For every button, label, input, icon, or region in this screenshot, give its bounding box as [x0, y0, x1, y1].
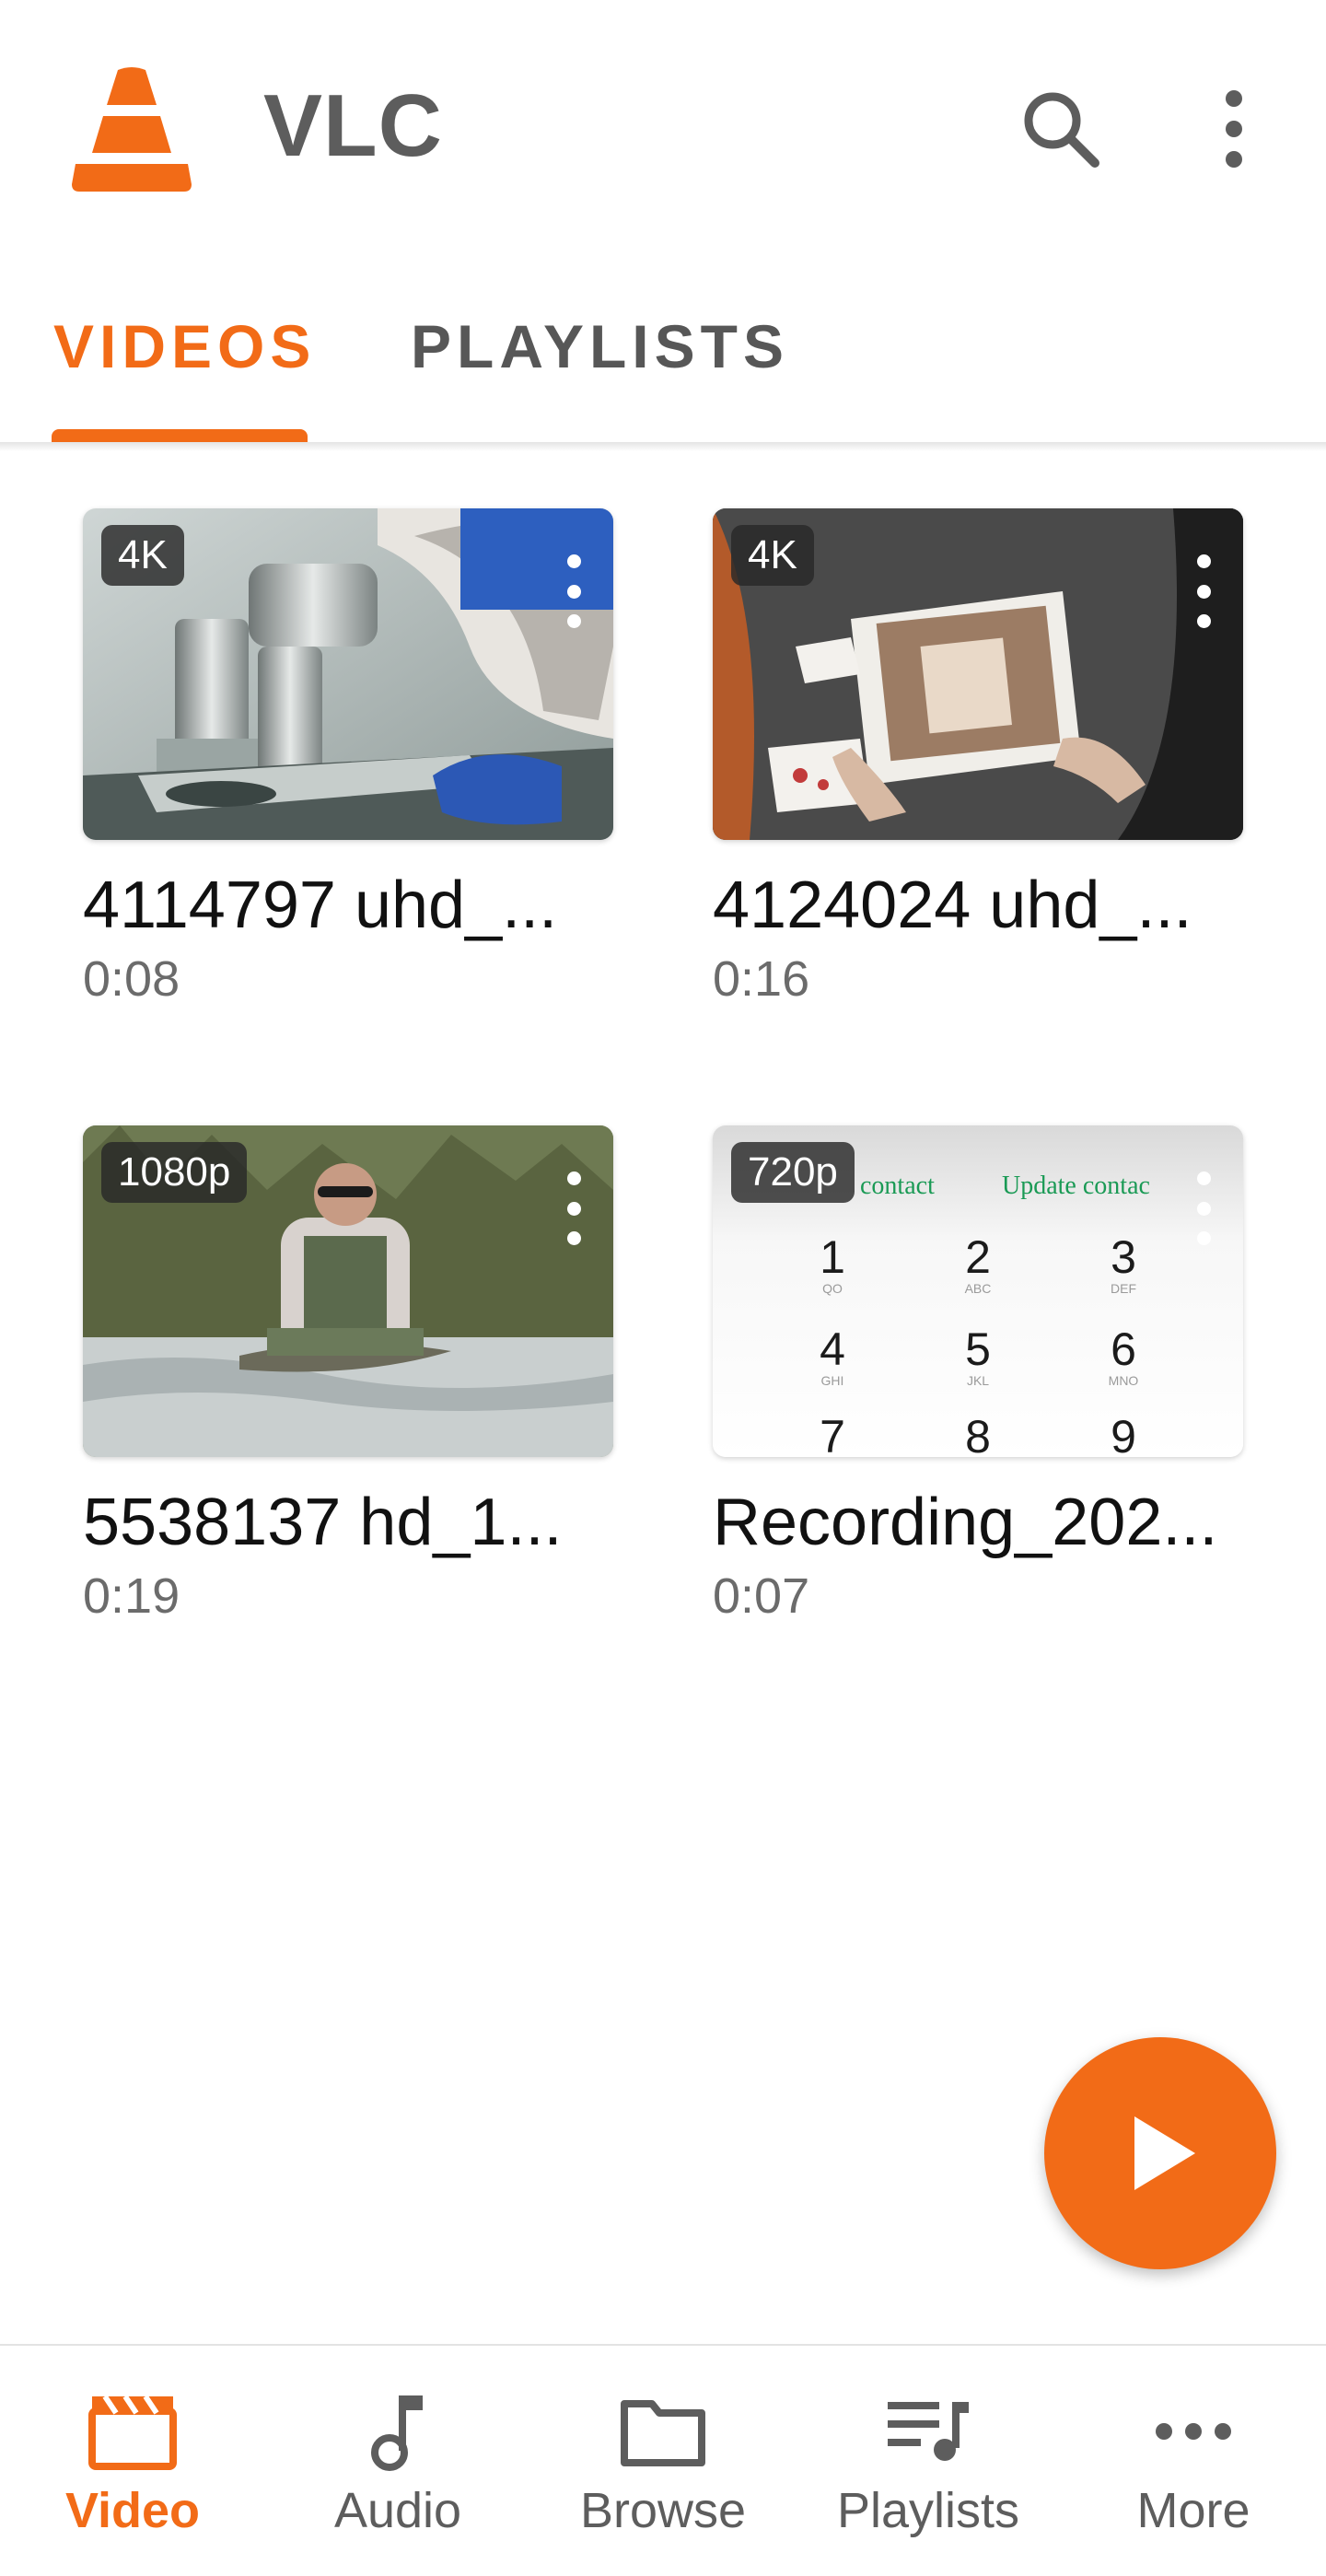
nav-label: Browse: [579, 2483, 747, 2538]
dial-key: 9: [1111, 1411, 1136, 1457]
nav-item-video[interactable]: Video: [0, 2346, 265, 2576]
dial-key-sub: GHI: [821, 1373, 844, 1388]
more-vertical-icon[interactable]: [1190, 554, 1217, 628]
dial-key: 5: [965, 1323, 991, 1375]
video-card[interactable]: contact Update contac 1 2 3 4 5 6 7 8 9 …: [713, 1125, 1243, 1625]
app-bar: VLC: [0, 0, 1326, 262]
video-thumbnail[interactable]: 4K: [83, 508, 613, 840]
nav-item-audio[interactable]: Audio: [265, 2346, 530, 2576]
dial-key-sub: MNO: [1109, 1373, 1139, 1388]
clapperboard-icon: [87, 2390, 179, 2473]
tab-bar: VIDEOS PLAYLISTS: [0, 276, 1326, 442]
video-card[interactable]: 4K 4114797 uhd_... 0:08: [83, 508, 613, 1008]
video-thumbnail[interactable]: 1080p: [83, 1125, 613, 1457]
resolution-badge: 1080p: [101, 1142, 248, 1203]
divider: [0, 442, 1326, 451]
dial-key-sub: QO: [822, 1281, 843, 1296]
playlist-icon: [882, 2390, 974, 2473]
nav-item-more[interactable]: More: [1061, 2346, 1326, 2576]
video-title: 5538137 hd_1...: [83, 1486, 563, 1559]
more-vertical-icon[interactable]: [560, 1171, 587, 1245]
nav-label: Video: [64, 2483, 201, 2538]
video-duration: 0:16: [713, 951, 810, 1007]
video-card[interactable]: 4K 4124024 uhd_... 0:16: [713, 508, 1243, 1008]
dial-key-sub: ABC: [965, 1281, 992, 1296]
nav-label: Playlists: [836, 2483, 1020, 2538]
dial-key: 6: [1111, 1323, 1136, 1375]
folder-icon: [617, 2390, 709, 2473]
dial-key: 2: [965, 1231, 991, 1283]
music-note-icon: [352, 2390, 444, 2473]
resolution-badge: 720p: [731, 1142, 855, 1203]
tab-playlists[interactable]: PLAYLISTS: [411, 311, 789, 381]
video-title: 4114797 uhd_...: [83, 868, 558, 942]
nav-item-browse[interactable]: Browse: [530, 2346, 796, 2576]
video-duration: 0:19: [83, 1568, 180, 1624]
dialer-left-text: contact: [860, 1171, 935, 1200]
vlc-cone-icon: [72, 64, 192, 193]
search-icon[interactable]: [1015, 83, 1107, 175]
video-duration: 0:07: [713, 1568, 810, 1624]
more-vertical-icon[interactable]: [1190, 1171, 1217, 1245]
video-card[interactable]: 1080p 5538137 hd_1... 0:19: [83, 1125, 613, 1625]
dial-key: 4: [820, 1323, 845, 1375]
tab-videos[interactable]: VIDEOS: [53, 311, 316, 381]
more-vertical-icon[interactable]: [560, 554, 587, 628]
resolution-badge: 4K: [731, 525, 814, 586]
bottom-navigation: Video Audio Browse Playlists More: [0, 2344, 1326, 2576]
video-thumbnail[interactable]: contact Update contac 1 2 3 4 5 6 7 8 9 …: [713, 1125, 1243, 1457]
more-horizontal-icon: [1147, 2390, 1239, 2473]
resolution-badge: 4K: [101, 525, 184, 586]
play-fab-button[interactable]: [1044, 2037, 1276, 2269]
dial-key-sub: JKL: [967, 1373, 989, 1388]
nav-label: More: [1136, 2483, 1250, 2538]
play-icon: [1134, 2116, 1195, 2190]
video-title: Recording_202...: [713, 1486, 1218, 1559]
dial-key: 3: [1111, 1231, 1136, 1283]
dialer-right-text: Update contac: [1002, 1171, 1150, 1200]
nav-label: Audio: [333, 2483, 462, 2538]
more-vertical-icon[interactable]: [1188, 83, 1280, 175]
dial-key: 7: [820, 1411, 845, 1457]
nav-item-playlists[interactable]: Playlists: [796, 2346, 1061, 2576]
video-duration: 0:08: [83, 951, 180, 1007]
app-title: VLC: [263, 76, 443, 175]
dial-key-sub: DEF: [1111, 1281, 1136, 1296]
tab-indicator: [52, 429, 308, 442]
dial-key: 1: [820, 1231, 845, 1283]
dial-key: 8: [965, 1411, 991, 1457]
video-title: 4124024 uhd_...: [713, 868, 1192, 942]
video-thumbnail[interactable]: 4K: [713, 508, 1243, 840]
